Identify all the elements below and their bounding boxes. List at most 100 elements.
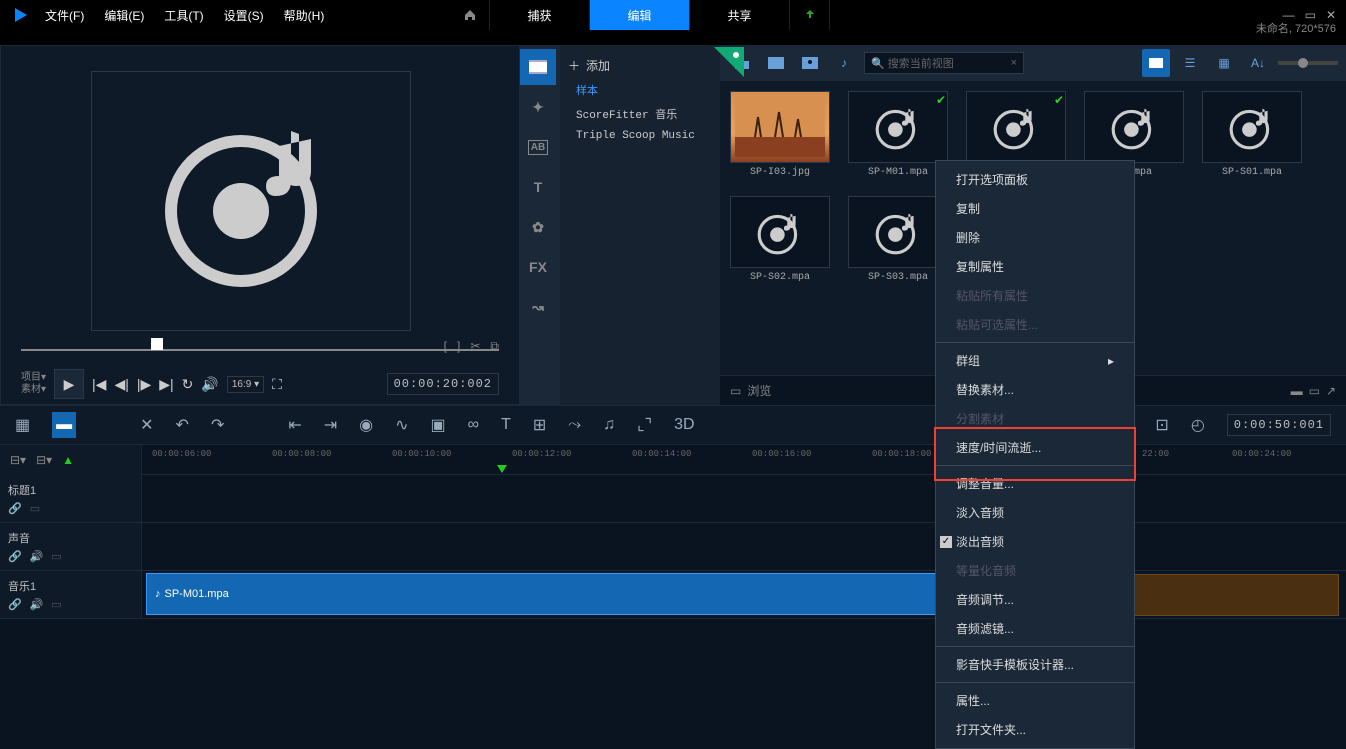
- step-back-button[interactable]: ◀|: [114, 376, 128, 393]
- chapter-marker-icon[interactable]: [497, 465, 507, 473]
- filter-video-button[interactable]: [762, 49, 790, 77]
- motion-button[interactable]: ⤳: [568, 416, 581, 434]
- footer-view-a[interactable]: ▬: [1291, 384, 1303, 398]
- tab-transitions[interactable]: ✦: [520, 89, 556, 125]
- snapshot-button[interactable]: ▣: [431, 415, 446, 435]
- upload-button[interactable]: [790, 0, 830, 30]
- tab-media[interactable]: [520, 49, 556, 85]
- visibility-icon[interactable]: ▭: [30, 502, 40, 515]
- mark-out-icon[interactable]: ]: [457, 339, 460, 354]
- menu-file[interactable]: 文件(F): [45, 7, 84, 24]
- track-expand[interactable]: ▲: [62, 453, 74, 467]
- fit-button[interactable]: ⊡: [1155, 415, 1168, 435]
- footer-view-b[interactable]: ▭: [1309, 384, 1320, 398]
- tab-path[interactable]: ↝: [520, 289, 556, 325]
- ctx-adjust-vol[interactable]: 调整音量...: [936, 469, 1134, 498]
- 3d-button[interactable]: 3D: [674, 416, 694, 434]
- trim-out-button[interactable]: ⇥: [324, 415, 337, 435]
- track-header-music[interactable]: 音乐1 🔗🔊▭: [0, 571, 142, 618]
- menu-edit[interactable]: 编辑(E): [104, 7, 144, 24]
- ctx-fade-in[interactable]: 淡入音频: [936, 498, 1134, 527]
- tab-edit[interactable]: 编辑: [590, 0, 690, 30]
- audio-clip[interactable]: ♪ SP-M01.mpa: [146, 573, 976, 615]
- go-start-button[interactable]: |◀: [92, 376, 106, 393]
- mute-icon[interactable]: 🔊: [30, 598, 44, 611]
- ctx-audio-filter[interactable]: 音频滤镜...: [936, 614, 1134, 643]
- slider-knob[interactable]: [1298, 58, 1308, 68]
- mute-icon[interactable]: 🔊: [30, 550, 44, 563]
- timeline-timecode[interactable]: 0:00:50:001: [1227, 414, 1331, 436]
- tab-fx[interactable]: FX: [520, 249, 556, 285]
- track-collapse-b[interactable]: ⊟▾: [36, 453, 52, 467]
- thumb-item[interactable]: SP-S02.mpa: [730, 196, 830, 283]
- menu-settings[interactable]: 设置(S): [224, 7, 264, 24]
- crop-button[interactable]: ⛶: [272, 376, 282, 393]
- footer-expand[interactable]: ↗: [1326, 384, 1336, 398]
- thumb-item[interactable]: SP-S01.mpa: [1202, 91, 1302, 178]
- link-button[interactable]: ∞: [468, 416, 479, 434]
- track-header-title[interactable]: 标题1 🔗▭: [0, 475, 142, 522]
- ctx-open-panel[interactable]: 打开选项面板: [936, 165, 1134, 194]
- ctx-replace[interactable]: 替换素材...: [936, 375, 1134, 404]
- link-icon[interactable]: 🔗: [8, 502, 22, 515]
- tree-samples[interactable]: 样本: [568, 78, 712, 102]
- tools-button[interactable]: ✕: [140, 415, 153, 435]
- ctx-fade-out[interactable]: ✓淡出音频: [936, 527, 1134, 556]
- track-collapse-a[interactable]: ⊟▾: [10, 453, 26, 467]
- audio-wave-button[interactable]: ∿: [395, 415, 408, 435]
- link-icon[interactable]: 🔗: [8, 550, 22, 563]
- go-end-button[interactable]: ▶|: [159, 376, 173, 393]
- thumb-item[interactable]: SP-I03.jpg: [730, 91, 830, 178]
- visibility-icon[interactable]: ▭: [51, 550, 61, 563]
- link-icon[interactable]: 🔗: [8, 598, 22, 611]
- thumb-size-slider[interactable]: [1278, 61, 1338, 65]
- scrubber-handle[interactable]: [151, 338, 163, 350]
- step-fwd-button[interactable]: |▶: [137, 376, 151, 393]
- ctx-copy-attrs[interactable]: 复制属性: [936, 252, 1134, 281]
- grid-tool-button[interactable]: ⊞: [533, 415, 546, 435]
- ctx-delete[interactable]: 删除: [936, 223, 1134, 252]
- redo-button[interactable]: ↷: [211, 415, 224, 435]
- tab-capture[interactable]: 捕获: [490, 0, 590, 30]
- view-grid-button[interactable]: ▦: [1210, 49, 1238, 77]
- timeline-ruler[interactable]: 00:00:06:0000:00:08:0000:00:10:0000:00:1…: [142, 445, 1346, 475]
- ctx-audio-adj[interactable]: 音频调节...: [936, 585, 1134, 614]
- tab-text[interactable]: T: [520, 169, 556, 205]
- menu-help[interactable]: 帮助(H): [284, 7, 325, 24]
- track-header-audio[interactable]: 声音 🔗🔊▭: [0, 523, 142, 570]
- thumb-item[interactable]: SP-S03.mpa: [848, 196, 948, 283]
- mark-in-icon[interactable]: [: [444, 339, 447, 354]
- preview-timecode[interactable]: 00:00:20:002: [387, 373, 499, 395]
- play-button[interactable]: ▶: [54, 369, 84, 399]
- filter-photo-button[interactable]: [796, 49, 824, 77]
- tree-scorefitter[interactable]: ScoreFitter 音乐: [568, 102, 712, 126]
- sort-button[interactable]: A↓: [1244, 49, 1272, 77]
- clear-search-icon[interactable]: ×: [1011, 57, 1017, 69]
- timeline-view-button[interactable]: ▬: [52, 412, 76, 438]
- tab-graphics[interactable]: ✿: [520, 209, 556, 245]
- ctx-open-folder[interactable]: 打开文件夹...: [936, 715, 1134, 744]
- search-input[interactable]: 🔍 搜索当前视图×: [864, 52, 1024, 74]
- mixer-button[interactable]: ♫: [603, 416, 615, 434]
- ctx-fast-template[interactable]: 影音快手模板设计器...: [936, 650, 1134, 679]
- ctx-props[interactable]: 属性...: [936, 686, 1134, 715]
- clock-button[interactable]: ◴: [1191, 415, 1205, 435]
- thumb-item[interactable]: ✔SP-M01.mpa: [848, 91, 948, 178]
- cut-icon[interactable]: ✂: [470, 339, 480, 354]
- scan-button[interactable]: ⌞⌝: [637, 415, 652, 435]
- material-mode-label[interactable]: 素材▾: [21, 384, 46, 396]
- undo-button[interactable]: ↶: [176, 415, 189, 435]
- home-tab[interactable]: [450, 0, 490, 30]
- tree-triple-scoop[interactable]: Triple Scoop Music: [568, 126, 712, 146]
- visibility-icon[interactable]: ▭: [51, 598, 61, 611]
- ctx-group[interactable]: 群组▸: [936, 346, 1134, 375]
- view-thumb-button[interactable]: [1142, 49, 1170, 77]
- browse-mode-icon[interactable]: ▭: [730, 384, 741, 398]
- storyboard-view-button[interactable]: ▦: [15, 415, 30, 435]
- ctx-copy[interactable]: 复制: [936, 194, 1134, 223]
- pin-icon[interactable]: [714, 47, 744, 77]
- view-list-button[interactable]: ☰: [1176, 49, 1204, 77]
- preview-scrubber[interactable]: [ ] ✂ ⧉: [21, 334, 499, 354]
- preview-canvas[interactable]: [91, 71, 411, 331]
- ctx-speed[interactable]: 速度/时间流逝...: [936, 433, 1134, 462]
